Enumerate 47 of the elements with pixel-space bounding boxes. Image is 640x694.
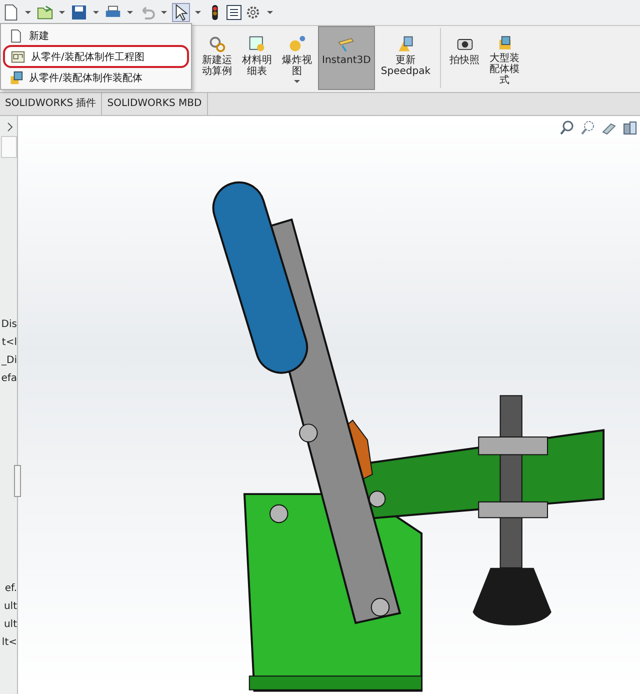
save-icon[interactable] [71,4,87,21]
zoom-to-fit-icon[interactable] [559,120,575,136]
ribbon-button[interactable]: 材料明细表 [238,26,276,90]
tree-item[interactable]: ult [2,618,17,631]
dropdown-caret-icon[interactable] [127,11,133,14]
menu-item[interactable]: 从零件/装配体制作工程图 [3,45,189,68]
drawing-icon [11,50,25,64]
ribbon-button[interactable]: 爆炸视图 [278,26,316,90]
open-folder-icon[interactable] [37,4,53,21]
list-options-icon[interactable] [226,4,242,21]
dropdown-caret-icon[interactable] [195,11,201,14]
document-icon [9,28,23,42]
panel-collapse-handle[interactable] [14,465,21,497]
zoom-area-icon[interactable] [580,120,596,136]
new-document-icon[interactable] [3,4,19,21]
menu-item[interactable]: 从零件/装配体制作装配体 [3,68,189,87]
ribbon-button[interactable]: 新建运动算例 [198,26,236,90]
dropdown-caret-icon[interactable] [294,80,300,83]
dropdown-caret-icon[interactable] [59,11,65,14]
tree-item[interactable]: Dis [1,318,17,331]
ribbon-icon [248,35,266,53]
dropdown-caret-icon[interactable] [161,11,167,14]
assembly-icon [9,70,23,84]
ribbon-button[interactable]: 大型装配体模式 [486,26,524,90]
settings-icon[interactable] [245,4,261,21]
ribbon-button[interactable]: Instant3D [318,26,375,90]
ribbon-icon [208,35,226,53]
tree-item[interactable]: ef. [2,582,17,595]
pointer-icon[interactable] [173,4,189,21]
command-tab[interactable]: SOLIDWORKS 插件 [0,93,102,115]
dropdown-caret-icon[interactable] [267,11,273,14]
dropdown-caret-icon[interactable] [93,11,99,14]
tree-item[interactable]: _Di [1,354,17,367]
section-view-icon[interactable] [622,120,638,136]
ribbon-button[interactable]: 拍快照 [446,26,484,90]
ribbon-button[interactable]: 更新 Speedpak [376,26,434,90]
ribbon-icon [288,35,306,53]
command-tab[interactable]: SOLIDWORKS MBD [102,93,208,115]
tree-item[interactable]: lt< [2,636,17,649]
dropdown-caret-icon[interactable] [25,11,31,14]
tree-item[interactable]: efa [1,372,17,385]
tree-header [1,136,17,158]
ribbon-icon [396,35,415,53]
ribbon-icon [337,35,356,53]
menu-item[interactable]: 新建 [3,26,189,45]
tree-item[interactable]: t<l [1,336,17,349]
tree-item[interactable]: ult [2,600,17,613]
